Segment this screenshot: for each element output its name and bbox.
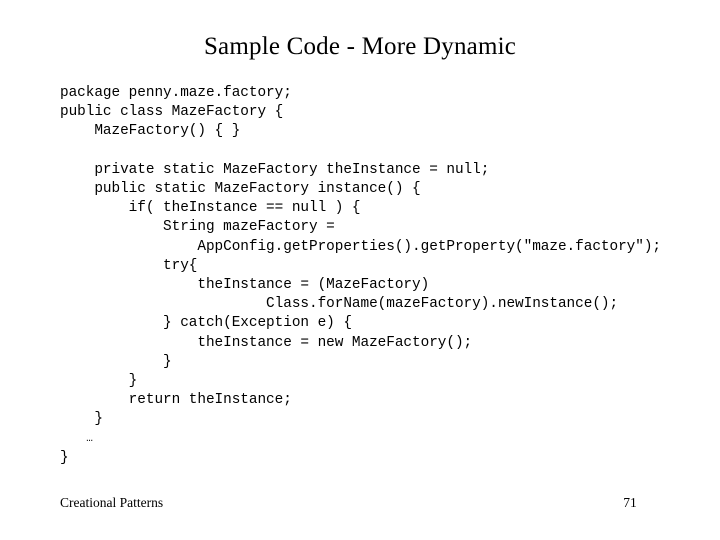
- page-title: Sample Code - More Dynamic: [203, 33, 517, 60]
- code-line: theInstance = (MazeFactory): [60, 277, 430, 294]
- code-line: public class MazeFactory {: [60, 104, 284, 121]
- code-line: private static MazeFactory theInstance =…: [60, 161, 490, 178]
- code-line: }: [60, 373, 138, 390]
- code-line: package penny.maze.factory;: [60, 85, 292, 101]
- code-line: try{: [60, 257, 198, 274]
- code-line: Class.forName(mazeFactory).newInstance()…: [60, 296, 619, 313]
- code-line: } catch(Exception e) {: [60, 315, 352, 332]
- slide-canvas: Sample Code - More Dynamic package penny…: [0, 0, 720, 540]
- code-line: MazeFactory() { }: [60, 123, 241, 140]
- code-line: if( theInstance == null ) {: [60, 200, 361, 217]
- footer-section-label: Creational Patterns: [60, 495, 164, 510]
- code-line: AppConfig.getProperties().getProperty("m…: [60, 238, 662, 255]
- code-line: String mazeFactory =: [60, 219, 335, 236]
- code-line: }: [60, 449, 69, 466]
- code-line: }: [60, 353, 172, 370]
- code-listing: package penny.maze.factory; public class …: [60, 84, 700, 468]
- code-line: theInstance = new MazeFactory();: [60, 334, 473, 351]
- footer-page-number: 71: [623, 495, 637, 510]
- code-line: public static MazeFactory instance() {: [60, 181, 421, 197]
- code-line: }: [60, 411, 103, 428]
- code-line: …: [60, 432, 93, 445]
- code-line: return theInstance;: [60, 392, 292, 409]
